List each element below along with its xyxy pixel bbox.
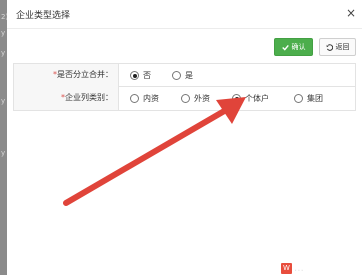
form-table: *是否分立合并： 否 是 *企业列类别： 内资 外资 个体户 集团 (13, 63, 356, 111)
site-watermark: W … (281, 262, 304, 275)
radio-option-no[interactable]: 否 (130, 64, 151, 87)
background-text-fragment: y (1, 97, 6, 105)
radio-option-yes[interactable]: 是 (172, 64, 193, 87)
background-page-strip: 2) y y y y (0, 0, 8, 275)
radio-option-domestic[interactable]: 内资 (130, 87, 159, 110)
company-type-dialog: 企业类型选择 × 确认 返回 *是否分立合并： 否 是 *企业列类别： 内资 外… (7, 0, 362, 275)
field-label-text: 企业列类别： (65, 93, 113, 102)
watermark-badge: W (281, 263, 292, 274)
undo-icon (326, 43, 333, 51)
radio-option-label: 是 (185, 71, 193, 80)
background-text-fragment: y (1, 149, 6, 157)
dialog-header: 企业类型选择 × (7, 0, 362, 29)
back-button[interactable]: 返回 (319, 38, 356, 56)
field-label-company-category: *企业列类别： (14, 87, 119, 110)
background-text-fragment: y (1, 29, 6, 37)
radio-option-label: 集团 (307, 94, 323, 103)
radio-unchecked-icon[interactable] (172, 71, 181, 80)
check-icon (281, 44, 289, 51)
field-label-split-merge: *是否分立合并： (14, 64, 119, 87)
radio-unchecked-icon[interactable] (294, 94, 303, 103)
radio-checked-icon[interactable] (232, 94, 241, 103)
radio-option-label: 内资 (143, 94, 159, 103)
dialog-title: 企业类型选择 (16, 11, 71, 21)
background-text-fragment: y (1, 49, 6, 57)
radio-option-group[interactable]: 集团 (294, 87, 323, 110)
confirm-button[interactable]: 确认 (274, 38, 313, 56)
form-row-split-merge: *是否分立合并： 否 是 (14, 64, 355, 87)
radio-option-individual[interactable]: 个体户 (232, 87, 269, 110)
radio-checked-icon[interactable] (130, 71, 139, 80)
radio-option-label: 外资 (194, 94, 210, 103)
radio-option-label: 个体户 (245, 94, 269, 103)
radio-option-label: 否 (143, 71, 151, 80)
radio-option-foreign[interactable]: 外资 (181, 87, 210, 110)
radio-unchecked-icon[interactable] (130, 94, 139, 103)
watermark-text: … (293, 263, 304, 274)
back-button-label: 返回 (335, 43, 350, 51)
confirm-button-label: 确认 (291, 43, 306, 51)
close-icon[interactable]: × (344, 5, 358, 21)
form-row-company-category: *企业列类别： 内资 外资 个体户 集团 (14, 87, 355, 110)
radio-unchecked-icon[interactable] (181, 94, 190, 103)
field-label-text: 是否分立合并： (57, 70, 113, 79)
